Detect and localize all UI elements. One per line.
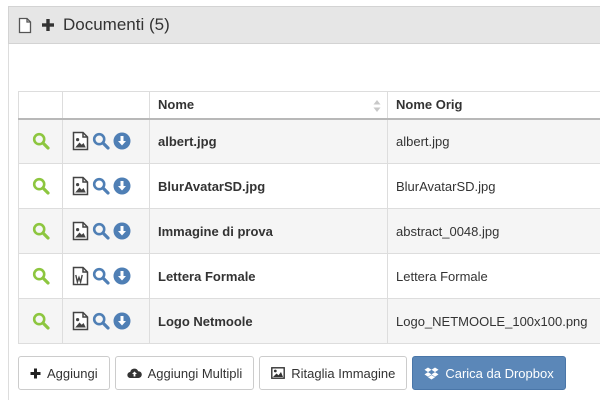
actions-cell [62, 253, 150, 299]
actions-cell [62, 298, 150, 344]
view-cell [18, 208, 63, 254]
original-file-name: BlurAvatarSD.jpg [387, 163, 600, 209]
sort-icon[interactable] [373, 99, 381, 116]
add-multiple-button-label: Aggiungi Multipli [147, 365, 243, 381]
table-row: Immagine di prova abstract_0048.jpg [18, 208, 600, 254]
panel-title: Documenti (5) [63, 15, 170, 34]
download-circle-icon[interactable] [113, 132, 131, 150]
search-icon[interactable] [92, 267, 110, 285]
plus-icon[interactable] [41, 18, 55, 32]
original-file-name: Logo_NETMOOLE_100x100.png [387, 298, 600, 344]
image-file-icon [72, 176, 89, 196]
original-file-name: albert.jpg [387, 118, 600, 164]
download-circle-icon[interactable] [113, 177, 131, 195]
word-file-icon [72, 266, 89, 286]
dropbox-upload-button[interactable]: Carica da Dropbox [412, 356, 566, 390]
crop-image-button-label: Ritaglia Immagine [291, 365, 396, 381]
file-name: Logo Netmoole [149, 298, 388, 344]
search-icon[interactable] [32, 267, 50, 285]
actions-cell [62, 163, 150, 209]
panel-header: Documenti (5) [8, 6, 600, 44]
view-cell [18, 298, 63, 344]
file-name: BlurAvatarSD.jpg [149, 163, 388, 209]
file-name: Lettera Formale [149, 253, 388, 299]
search-icon[interactable] [92, 132, 110, 150]
table-row: Lettera Formale Lettera Formale [18, 253, 600, 299]
image-file-icon [72, 131, 89, 151]
plus-icon [30, 368, 41, 379]
dropbox-upload-button-label: Carica da Dropbox [445, 365, 554, 381]
search-icon[interactable] [92, 177, 110, 195]
table-row: Logo Netmoole Logo_NETMOOLE_100x100.png [18, 298, 600, 344]
column-header-actions [62, 91, 150, 120]
search-icon[interactable] [92, 222, 110, 240]
view-cell [18, 118, 63, 164]
download-circle-icon[interactable] [113, 312, 131, 330]
search-icon[interactable] [32, 312, 50, 330]
add-button[interactable]: Aggiungi [18, 356, 110, 390]
column-header-label: Nome [158, 97, 195, 113]
file-name: Immagine di prova [149, 208, 388, 254]
view-cell [18, 163, 63, 209]
actions-cell [62, 208, 150, 254]
original-file-name: Lettera Formale [387, 253, 600, 299]
table-header-row: Nome Nome Orig [18, 91, 600, 120]
image-file-icon [72, 221, 89, 241]
button-row: Aggiungi Aggiungi Multipli Ritaglia Imma… [18, 356, 566, 390]
view-cell [18, 253, 63, 299]
search-icon[interactable] [32, 177, 50, 195]
panel-border [8, 44, 9, 400]
original-file-name: abstract_0048.jpg [387, 208, 600, 254]
search-icon[interactable] [92, 312, 110, 330]
search-icon[interactable] [32, 132, 50, 150]
crop-image-button[interactable]: Ritaglia Immagine [259, 356, 408, 390]
cloud-upload-icon [126, 367, 142, 379]
search-icon[interactable] [32, 222, 50, 240]
download-circle-icon[interactable] [113, 267, 131, 285]
file-name: albert.jpg [149, 118, 388, 164]
actions-cell [62, 118, 150, 164]
table-row: BlurAvatarSD.jpg BlurAvatarSD.jpg [18, 163, 600, 209]
add-multiple-button[interactable]: Aggiungi Multipli [114, 356, 255, 390]
image-file-icon [72, 311, 89, 331]
document-icon [18, 17, 32, 34]
column-header-nome-orig[interactable]: Nome Orig [387, 91, 600, 120]
documents-table: Nome Nome Orig albert.jpg albert.jpg BlurA… [18, 91, 600, 344]
column-header-view [18, 91, 63, 120]
add-button-label: Aggiungi [47, 365, 98, 381]
dropbox-icon [424, 367, 439, 380]
image-icon [271, 367, 286, 379]
download-circle-icon[interactable] [113, 222, 131, 240]
column-header-nome[interactable]: Nome [149, 91, 388, 120]
table-row: albert.jpg albert.jpg [18, 118, 600, 164]
